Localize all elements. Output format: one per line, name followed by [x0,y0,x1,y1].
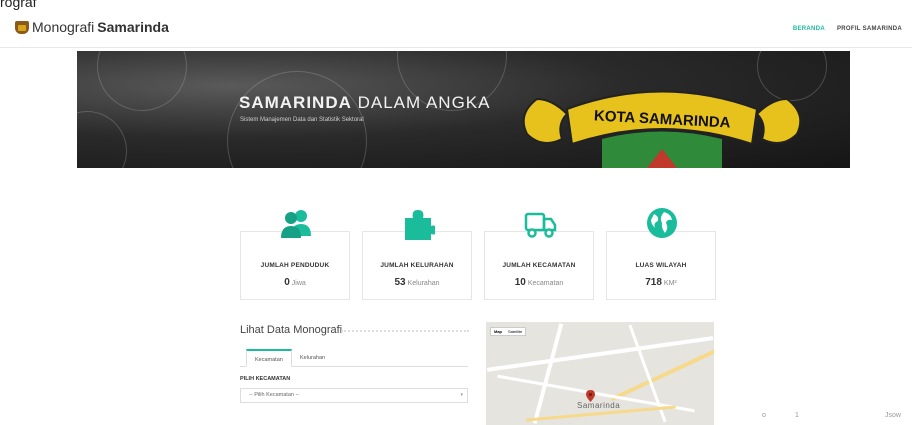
stat-unit: Jiwa [291,280,306,287]
stat-label: LUAS WILAYAH [635,262,687,269]
stat-card-luas: LUAS WILAYAH 718 KM² [606,208,716,300]
banner-subtitle: Sistem Manajemen Data dan Statistik Sekt… [240,117,364,123]
navbar: Monografi Samarinda BERANDA PROFIL SAMARI… [0,10,912,48]
footer-fragment: Jsow [885,412,901,419]
nav-menu: BERANDA PROFIL SAMARINDA [793,26,902,32]
stat-unit: Kelurahan [407,280,440,287]
stat-unit: Kecamatan [527,280,564,287]
stat-number: 53 [394,277,406,288]
select-value: -- Pilih Kecamatan -- [249,392,300,398]
brand-logo-link[interactable]: Monografi Samarinda [15,19,169,35]
hero-banner: SAMARINDA DALAM ANGKA Sistem Manajemen D… [77,51,850,168]
city-emblem-icon [15,20,29,34]
puzzle-icon [405,210,435,240]
stat-card-kelurahan: JUMLAH KELURAHAN 53 Kelurahan [362,210,472,300]
stat-value: 10 Kecamatan [485,277,593,288]
map-city-label: Samarinda [577,401,621,410]
truck-icon [524,212,557,238]
section-title: Lihat Data Monografi [240,324,343,336]
stat-value: 718 KM² [607,277,715,288]
stat-label: JUMLAH KECAMATAN [502,262,576,269]
banner-title-rest: DALAM ANGKA [351,93,491,112]
nav-link-profil[interactable]: PROFIL SAMARINDA [837,26,902,32]
stat-number: 718 [645,277,662,288]
kecamatan-select[interactable]: -- Pilih Kecamatan -- ▾ [240,388,468,403]
stat-number: 10 [514,277,526,288]
chevron-down-icon: ▾ [460,392,463,398]
brand-name-plain: Monografi [32,19,95,35]
brand-name-bold: Samarinda [97,19,169,35]
stat-card-kecamatan: JUMLAH KECAMATAN 10 Kecamatan [484,212,594,300]
users-icon [281,210,311,238]
tab-bar: Kecamatan Kelurahan [240,349,468,367]
stat-number: 0 [284,277,290,288]
nav-link-beranda[interactable]: BERANDA [793,26,825,32]
footer-fragment: o [762,412,766,419]
stat-value: 0 Jiwa [241,277,349,288]
footer-fragment: 1 [795,412,799,419]
banner-title: SAMARINDA DALAM ANGKA [239,93,491,113]
samarinda-emblem-icon: KOTA SAMARINDA [522,90,802,168]
stat-label: JUMLAH PENDUDUK [260,262,330,269]
map-widget[interactable]: Map Satellite Samarinda [486,322,714,425]
page-fragment-text: rograf [0,0,37,10]
stat-card-penduduk: JUMLAH PENDUDUK 0 Jiwa [240,210,350,300]
stat-unit: KM² [663,280,677,287]
map-toggle-satellite[interactable]: Satellite [505,328,525,335]
globe-icon [647,208,677,238]
tab-kecamatan[interactable]: Kecamatan [246,349,292,367]
stat-value: 53 Kelurahan [363,277,471,288]
banner-title-bold: SAMARINDA [239,93,352,112]
section-divider [341,330,469,332]
map-toggle-map[interactable]: Map [491,328,505,335]
tab-kelurahan[interactable]: Kelurahan [292,349,333,367]
stat-label: JUMLAH KELURAHAN [380,262,454,269]
select-label: PILIH KECAMATAN [240,376,291,382]
map-type-toggle: Map Satellite [490,327,527,336]
